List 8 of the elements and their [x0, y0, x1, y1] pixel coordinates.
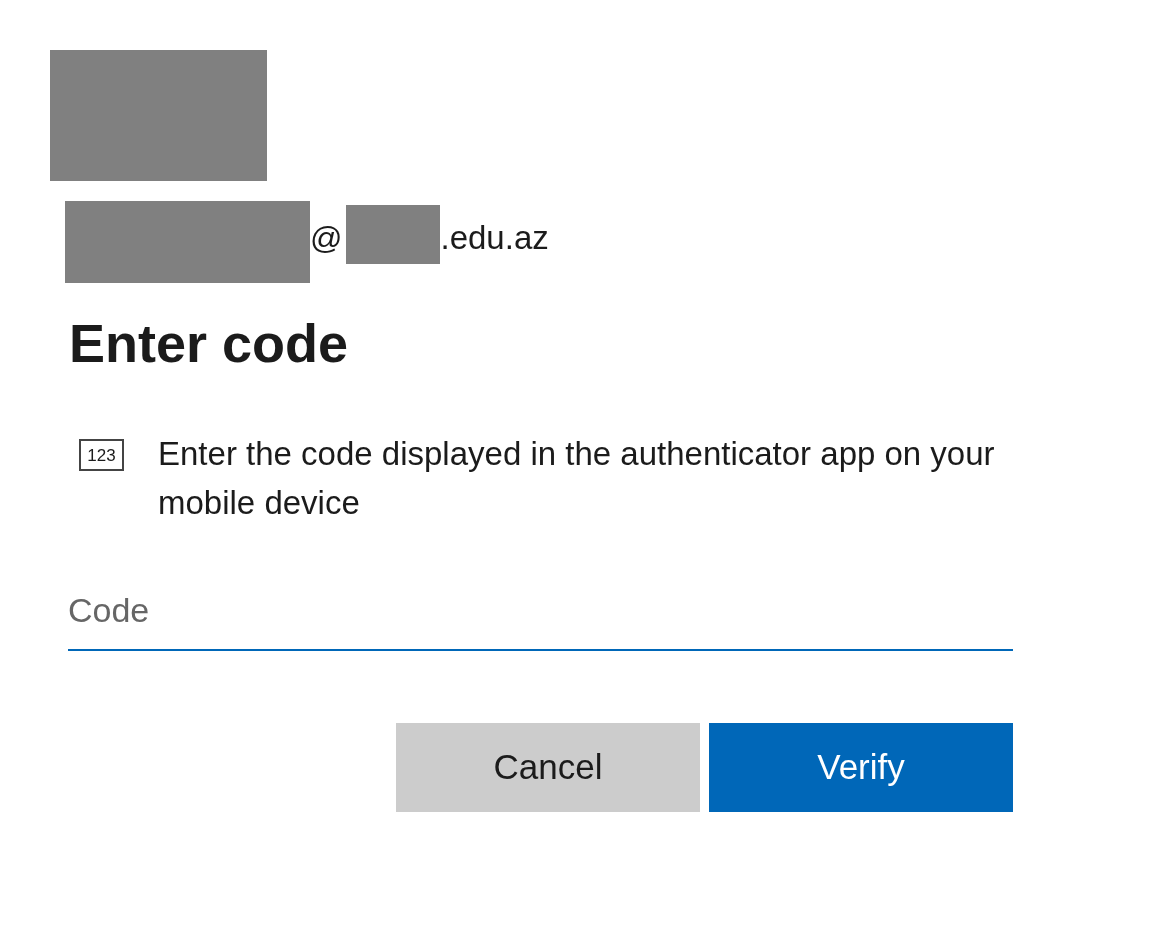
cancel-button[interactable]: Cancel [396, 723, 700, 812]
instruction-text: Enter the code displayed in the authenticator app on your mobile device [158, 434, 996, 523]
page-title: Enter code [69, 312, 350, 375]
at-sign: @ [310, 219, 343, 258]
code-field[interactable]: Code [68, 571, 1013, 651]
account-domain: .edu.az [440, 218, 549, 259]
verify-button[interactable]: Verify [709, 723, 1013, 812]
number-pad-icon: 123 [79, 439, 124, 471]
